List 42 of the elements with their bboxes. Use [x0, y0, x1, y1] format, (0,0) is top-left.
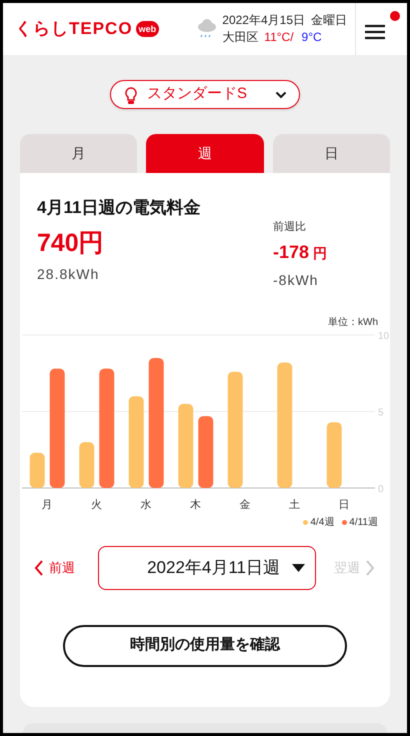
cost-amount: 740円: [37, 228, 105, 258]
plan-dropdown[interactable]: スタンダードS: [110, 80, 300, 109]
usage-bar: [79, 442, 94, 488]
day-label: 水: [140, 498, 152, 510]
usage-difference: -8kWh: [273, 270, 320, 290]
card-title: 4月11日週の電気料金: [37, 197, 202, 219]
currency-unit: 円: [313, 244, 328, 262]
day-label: 金: [239, 498, 250, 510]
comparison-label: 前週比: [273, 220, 307, 235]
day-label: 月: [41, 498, 52, 510]
week-select[interactable]: 2022年4月11日週: [98, 546, 316, 590]
hourly-usage-button[interactable]: 時間別の使用量を確認: [63, 624, 347, 666]
chevron-right-icon: [365, 560, 375, 576]
legend-label: 4/4週: [310, 516, 334, 530]
period-tab[interactable]: 日: [272, 134, 390, 173]
day-label: 木: [190, 498, 201, 510]
usage-bar: [30, 452, 45, 488]
caret-down-icon: [292, 564, 305, 572]
date-text: 2022年4月15日: [222, 12, 305, 29]
period-tab[interactable]: 週: [146, 134, 264, 173]
cost-difference: -178: [273, 240, 310, 264]
lightbulb-icon: [123, 84, 139, 104]
previous-week-link[interactable]: 前週: [34, 558, 98, 578]
usage-amount: 28.8kWh: [37, 265, 100, 284]
day-label: 日: [338, 498, 350, 510]
area-text: 大田区: [222, 29, 258, 46]
high-temperature: 11°C/: [264, 29, 294, 46]
period-tab[interactable]: 月: [20, 134, 138, 173]
logo-text: くらしTEPCO: [15, 18, 133, 40]
day-label: 土: [288, 498, 300, 510]
usage-bar: [198, 416, 214, 488]
weekday-text: 金曜日: [311, 12, 347, 29]
day-label: 火: [90, 498, 102, 510]
usage-bar: [326, 422, 342, 488]
chevron-down-icon: [275, 90, 287, 98]
unit-label: 単位：kWh: [328, 316, 378, 330]
low-temperature: 9°C: [302, 29, 322, 46]
chevron-left-icon: [34, 560, 44, 576]
menu-icon: [364, 24, 386, 40]
cloud-rain-icon: [196, 18, 218, 40]
logo-badge: web: [136, 21, 160, 37]
legend-label: 4/11週: [349, 516, 378, 530]
